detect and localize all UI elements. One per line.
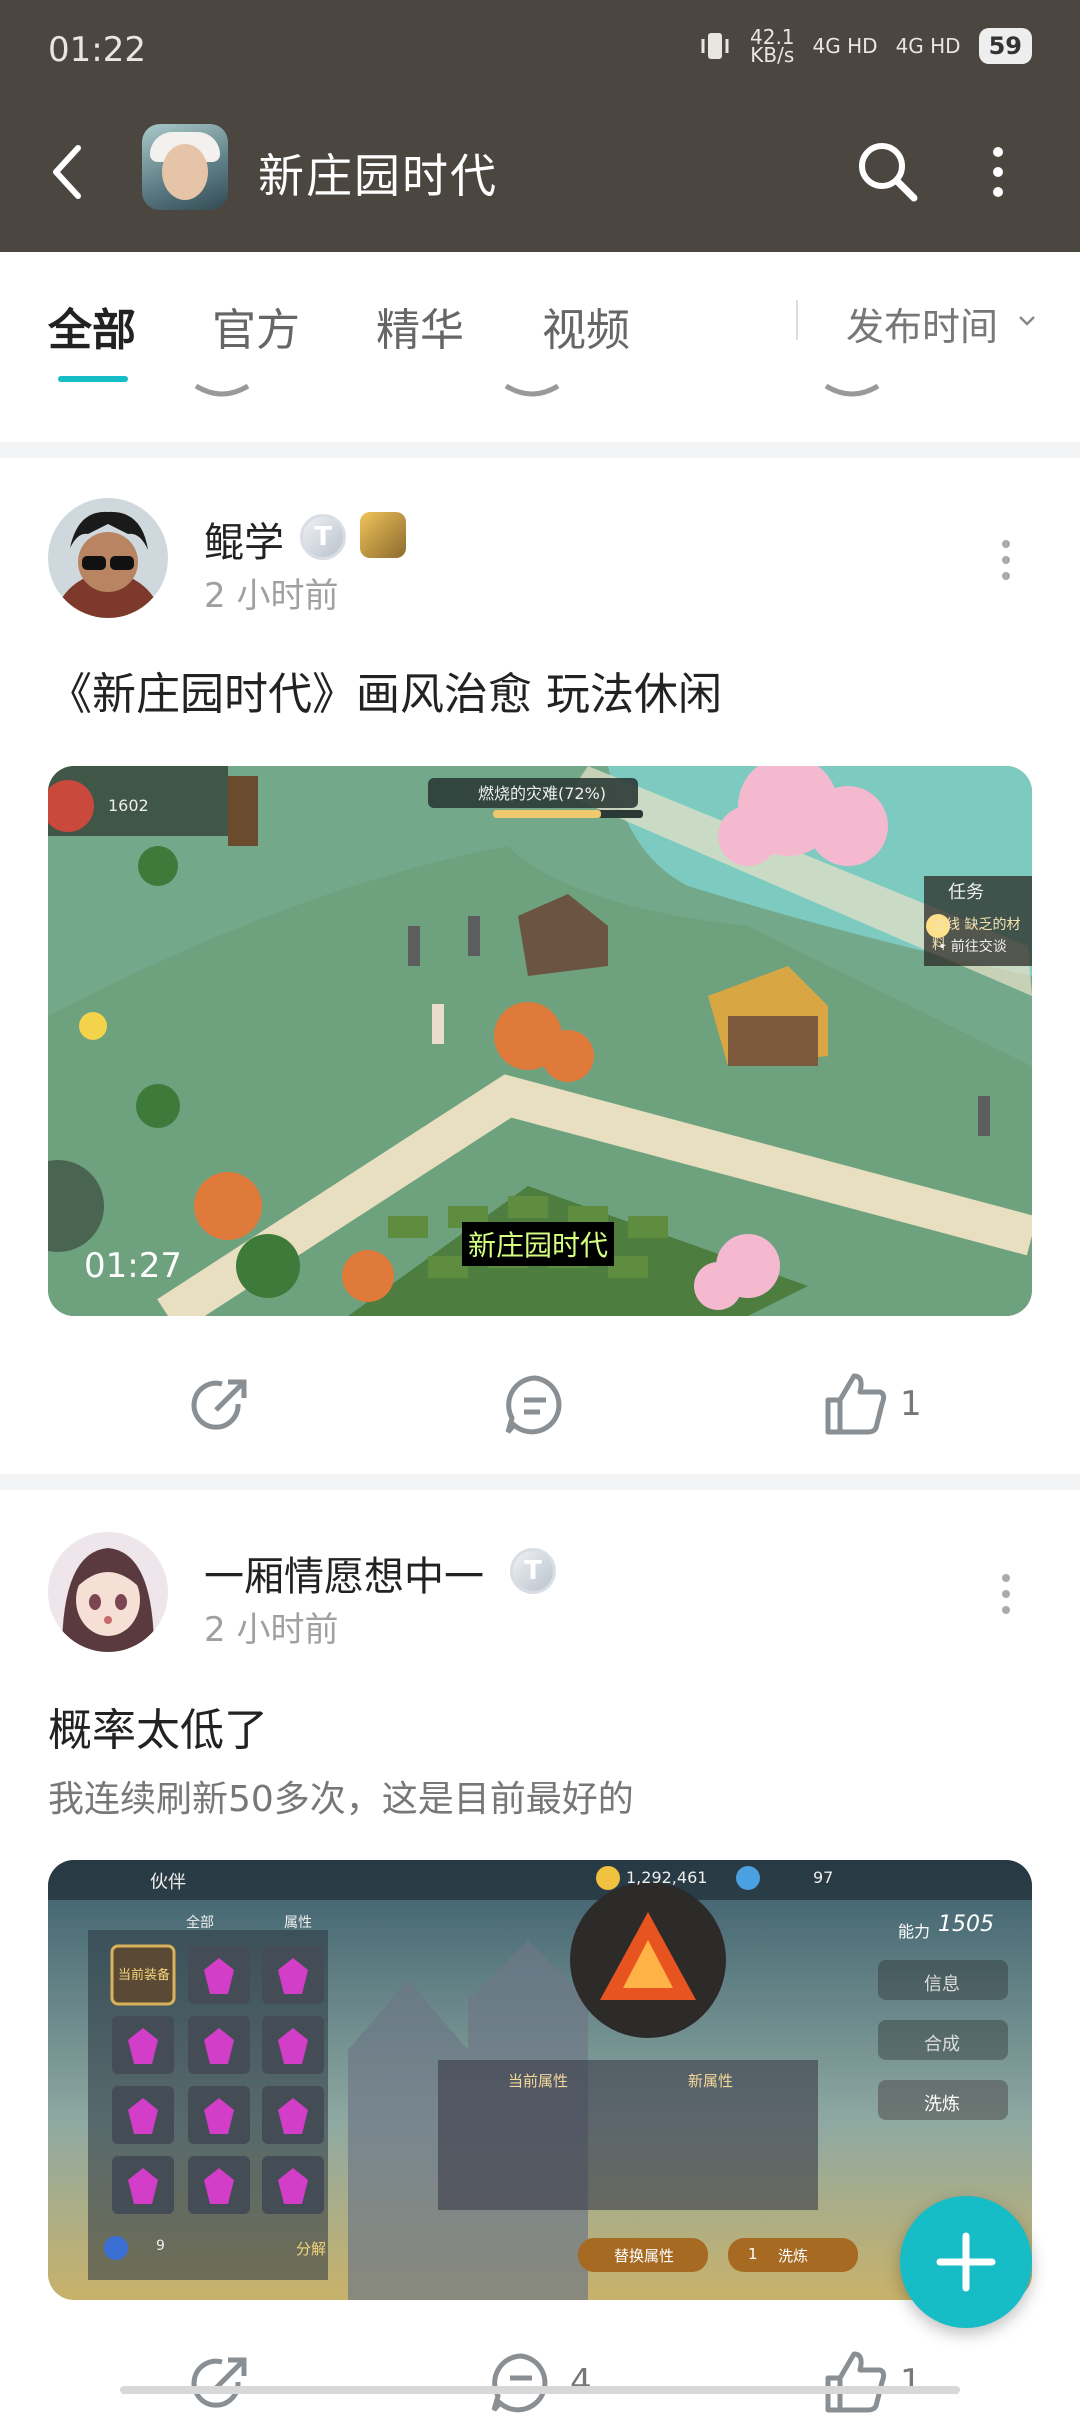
like-count: 1 xyxy=(900,2362,922,2402)
author-name[interactable]: 一厢情愿想中一 xyxy=(204,1544,484,1602)
hud-event: 燃烧的灾难(72%) xyxy=(478,784,607,803)
video-thumbnail[interactable]: 1602 燃烧的灾难(72%) 任务 主线 缺乏的材料 • 前往交谈 新庄园时代… xyxy=(48,766,1032,1316)
more-options-icon[interactable] xyxy=(978,140,1018,204)
game-icon[interactable] xyxy=(142,124,228,210)
post-menu-icon[interactable] xyxy=(996,538,1016,582)
post-title[interactable]: 概率太低了 xyxy=(48,1694,268,1758)
vibrate-icon xyxy=(701,33,729,59)
post-divider xyxy=(0,442,1080,458)
game-stone-count: 1 xyxy=(748,2245,758,2263)
game-current-attr: 当前属性 xyxy=(508,2072,569,2090)
like-icon[interactable] xyxy=(820,1370,890,1440)
game-coins: 1,292,461 xyxy=(626,1868,708,1887)
game-power: 1505 xyxy=(938,1912,994,1937)
share-icon[interactable] xyxy=(186,2348,256,2418)
game-tab-refine: 洗炼 xyxy=(924,2094,960,2115)
game-new-attr: 新属性 xyxy=(688,2072,734,2090)
tab-all[interactable]: 全部 xyxy=(48,294,136,358)
avatar[interactable] xyxy=(48,1532,168,1652)
comment-icon[interactable] xyxy=(500,1370,570,1440)
comment-count: 4 xyxy=(570,2362,592,2402)
video-caption: 新庄园时代 xyxy=(462,1222,615,1266)
net-speed: 42.1 KB/s xyxy=(750,25,795,67)
level-badge: T xyxy=(510,1548,556,1594)
like-count: 1 xyxy=(900,1384,922,1424)
hud-level: 1602 xyxy=(108,796,149,815)
tab-video[interactable]: 视频 xyxy=(542,294,630,358)
search-icon[interactable] xyxy=(852,136,922,206)
signal-1: 4G HD xyxy=(812,34,878,58)
video-duration: 01:27 xyxy=(84,1246,182,1286)
author-name[interactable]: 鲲学 xyxy=(204,510,284,568)
game-decompose-button: 分解 xyxy=(296,2240,327,2258)
post-title[interactable]: 《新庄园时代》画风治愈 玩法休闲 xyxy=(48,658,722,722)
post-time: 2 小时前 xyxy=(204,576,339,616)
hud-task-title: 任务 xyxy=(948,882,984,903)
plus-icon xyxy=(936,2232,996,2292)
post-actions: 4 1 xyxy=(0,2338,1080,2418)
achievement-badge xyxy=(360,512,406,558)
hud-task-line2: • 前往交谈 xyxy=(938,939,1007,955)
tab-featured[interactable]: 精华 xyxy=(376,294,464,358)
like-icon[interactable] xyxy=(820,2348,890,2418)
game-filter-all: 全部 xyxy=(186,1915,214,1931)
chevron-down-icon[interactable] xyxy=(1016,310,1038,332)
game-gems: 97 xyxy=(813,1868,834,1887)
game-companion-label: 伙伴 xyxy=(150,1872,186,1893)
game-tab-combine: 合成 xyxy=(924,2034,960,2055)
filter-tabs: 全部 官方 精华 视频 发布时间 xyxy=(0,252,1080,392)
post-actions: 1 xyxy=(0,1360,1080,1440)
game-power-label: 能力 xyxy=(898,1922,931,1941)
game-replace-button: 替换属性 xyxy=(614,2247,675,2265)
battery-indicator: 59 xyxy=(978,28,1032,64)
sort-dropdown[interactable]: 发布时间 xyxy=(846,296,998,351)
share-icon[interactable] xyxy=(186,1370,256,1440)
status-bar: 01:22 42.1 KB/s 4G HD 4G HD 59 xyxy=(0,0,1080,100)
page-title: 新庄园时代 xyxy=(258,149,498,203)
level-badge: T xyxy=(300,514,346,560)
game-equipped-label: 当前装备 xyxy=(118,1968,171,1983)
comment-icon[interactable] xyxy=(486,2348,556,2418)
app-bar: 新庄园时代 xyxy=(0,100,1080,252)
post-menu-icon[interactable] xyxy=(996,1572,1016,1616)
post-time: 2 小时前 xyxy=(204,1610,339,1650)
post-card[interactable]: 鲲学 T 2 小时前 《新庄园时代》画风治愈 玩法休闲 1602 燃烧的灾难(7… xyxy=(0,458,1080,1474)
tab-divider xyxy=(796,300,798,340)
game-tab-info: 信息 xyxy=(924,1974,960,1995)
status-time: 01:22 xyxy=(48,30,146,70)
back-arrow-icon[interactable] xyxy=(48,140,88,204)
game-filter-attr: 属性 xyxy=(284,1915,312,1931)
gesture-bar xyxy=(120,2386,960,2394)
game-bag-count: 9 xyxy=(156,2238,165,2254)
post-image[interactable]: 伙伴 全部 属性 当前装备 1,292,461 97 能力 1505 信息 合成… xyxy=(48,1860,1032,2300)
post-description: 我连续刷新50多次，这是目前最好的 xyxy=(48,1779,634,1820)
avatar[interactable] xyxy=(48,498,168,618)
game-refine-button: 洗炼 xyxy=(778,2247,809,2265)
post-divider xyxy=(0,1474,1080,1490)
signal-2: 4G HD xyxy=(895,34,961,58)
previous-post-actions xyxy=(0,372,1080,402)
tab-official[interactable]: 官方 xyxy=(212,294,300,358)
status-icons: 42.1 KB/s 4G HD 4G HD 59 xyxy=(698,25,1032,67)
create-post-button[interactable] xyxy=(900,2196,1032,2328)
